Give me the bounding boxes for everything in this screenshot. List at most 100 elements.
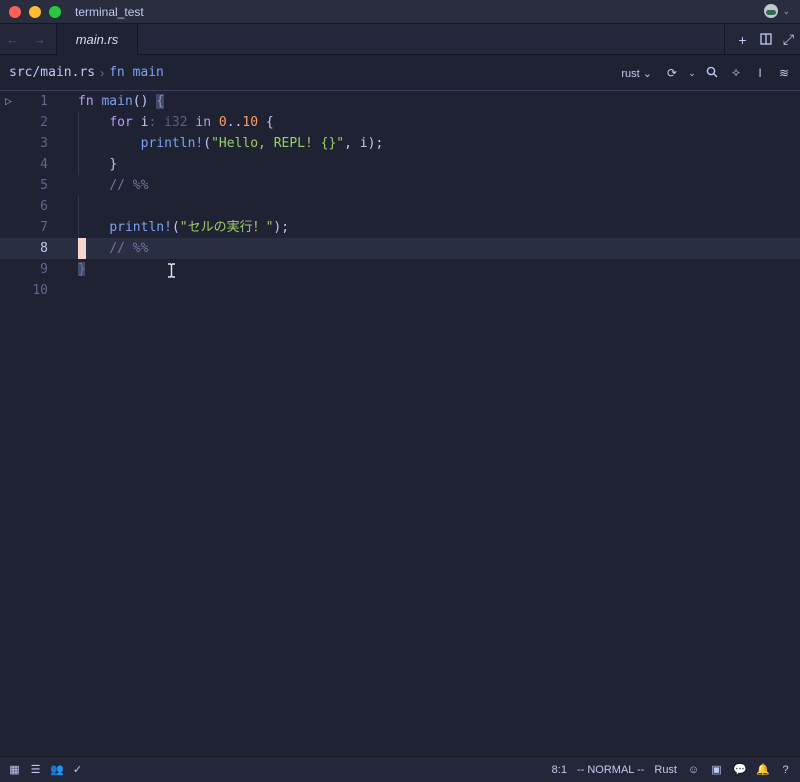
closing-brace: } <box>78 262 86 277</box>
comment: // %% <box>109 178 149 193</box>
help-icon[interactable]: ? <box>779 764 792 776</box>
code-line[interactable]: 3 println!("Hello, REPL! {}", i); <box>0 133 800 154</box>
git-branch-icon[interactable]: ⟳ <box>662 66 682 80</box>
mouse-ibeam-cursor-icon <box>168 263 175 278</box>
diagnostics-check-icon[interactable]: ✓ <box>71 763 84 776</box>
brace: } <box>109 157 118 172</box>
brace: { <box>265 115 274 130</box>
line-content: fn main() { <box>78 91 165 112</box>
line-number: 1 <box>40 94 48 109</box>
chevron-down-icon[interactable]: ⌄ <box>686 68 698 79</box>
window-controls <box>9 5 61 18</box>
tab-actions: + ⤢ <box>724 24 800 55</box>
status-bar-right: 8:1 -- NORMAL -- Rust ☺ ▣ 💬 🔔 ? <box>552 757 792 782</box>
line-number: 8 <box>40 241 48 256</box>
number-literal: 0 <box>218 115 227 130</box>
window-title: terminal_test <box>75 4 144 19</box>
workspace-grid-icon[interactable]: ▦ <box>8 763 21 776</box>
breadcrumb: src/main.rs › fn main rust ⌄ ⟳ ⌄ ✧ I ≋ <box>0 55 800 91</box>
range-operator: .. <box>226 115 243 130</box>
copilot-icon[interactable]: ☺ <box>687 764 700 776</box>
account-menu[interactable]: ⌄ <box>764 4 790 18</box>
line-number: 6 <box>40 199 48 214</box>
line-number: 4 <box>40 157 48 172</box>
code-line[interactable]: 7 println!("セルの実行！"); <box>0 217 800 238</box>
tab-main-rs[interactable]: main.rs <box>56 23 138 55</box>
code-line[interactable]: 6 <box>0 196 800 217</box>
punctuation: ( <box>171 220 180 235</box>
function-name: main <box>101 94 133 109</box>
terminal-icon[interactable]: ▣ <box>710 763 723 776</box>
breadcrumb-separator: › <box>100 65 105 80</box>
tab-bar: ← → main.rs + ⤢ <box>0 23 800 55</box>
text-cursor-icon[interactable]: I <box>750 66 770 80</box>
code-line-current[interactable]: 8 // %% <box>0 238 800 259</box>
outline-list-icon[interactable]: ☰ <box>29 763 42 776</box>
code-line[interactable]: 9 } <box>0 259 800 280</box>
language-mode[interactable]: Rust <box>654 764 677 776</box>
code-line[interactable]: 4 } <box>0 154 800 175</box>
line-number: 9 <box>40 262 48 277</box>
avatar[interactable] <box>764 4 779 18</box>
collaborators-icon[interactable]: 👥 <box>50 763 64 776</box>
inlay-type-hint: : i32 <box>148 115 188 130</box>
line-number: 7 <box>40 220 48 235</box>
navigation-arrows: ← → <box>6 32 50 47</box>
line-number: 3 <box>40 136 48 151</box>
back-arrow-icon[interactable]: ← <box>6 32 19 47</box>
keyword: fn <box>78 94 94 109</box>
punctuation: ( <box>203 136 212 151</box>
line-content: } <box>78 154 117 175</box>
line-content: println!("セルの実行！"); <box>78 217 289 238</box>
language-selector-label: rust <box>621 67 640 80</box>
split-pane-icon[interactable] <box>754 32 777 48</box>
punctuation: () <box>132 94 157 109</box>
sparkle-assist-icon[interactable]: ✧ <box>726 66 746 80</box>
maximize-icon[interactable]: ⤢ <box>777 31 800 48</box>
vim-mode: -- NORMAL -- <box>576 763 645 776</box>
matching-bracket: { <box>156 94 165 109</box>
line-content: for i: i32 in 0..10 { <box>78 112 274 133</box>
cursor-position[interactable]: 8:1 <box>552 764 567 776</box>
code-line[interactable]: 10 <box>0 280 800 301</box>
keyword: for <box>109 115 133 130</box>
close-window-button[interactable] <box>9 5 21 18</box>
macro-name: println! <box>109 220 172 235</box>
punctuation: ); <box>273 220 290 235</box>
notification-bell-icon[interactable]: 🔔 <box>756 763 770 776</box>
status-bar-left: ▦ ☰ 👥 ✓ <box>8 763 84 776</box>
new-tab-plus-icon[interactable]: + <box>731 32 754 48</box>
language-selector[interactable]: rust ⌄ <box>621 67 652 80</box>
line-content: // %% <box>78 175 148 196</box>
settings-sliders-icon[interactable]: ≋ <box>774 66 794 80</box>
tab-label: main.rs <box>75 31 119 47</box>
line-content: } <box>78 259 86 280</box>
minimize-window-button[interactable] <box>29 5 41 18</box>
macro-name: println! <box>140 136 204 151</box>
code-line[interactable]: 2 for i: i32 in 0..10 { <box>0 112 800 133</box>
breadcrumb-symbol[interactable]: fn main <box>109 65 164 80</box>
status-bar: ▦ ☰ 👥 ✓ 8:1 -- NORMAL -- Rust ☺ ▣ 💬 🔔 ? <box>0 756 800 782</box>
title-bar: terminal_test ⌄ <box>0 0 800 24</box>
search-icon[interactable] <box>702 66 722 81</box>
forward-arrow-icon[interactable]: → <box>33 32 46 47</box>
chevron-down-icon: ⌄ <box>642 67 652 80</box>
line-number: 10 <box>32 283 48 298</box>
line-content: // %% <box>78 238 148 259</box>
comment: // %% <box>109 241 149 256</box>
chevron-down-icon[interactable]: ⌄ <box>782 6 790 17</box>
code-line[interactable]: 1 fn main() { <box>0 91 800 112</box>
code-editor[interactable]: ▷ 1 fn main() { 2 for i: i32 in 0..10 { … <box>0 91 800 756</box>
editor-toolbar: rust ⌄ ⟳ ⌄ ✧ I ≋ <box>621 55 794 91</box>
code-line[interactable]: 5 // %% <box>0 175 800 196</box>
chat-icon[interactable]: 💬 <box>733 763 747 776</box>
line-number: 2 <box>40 115 48 130</box>
line-content: println!("Hello, REPL! {}", i); <box>78 133 384 154</box>
line-number: 5 <box>40 178 48 193</box>
breadcrumb-file-path[interactable]: src/main.rs <box>9 65 95 80</box>
string-literal: "セルの実行！" <box>179 220 274 235</box>
punctuation: , i); <box>344 136 384 151</box>
zoom-window-button[interactable] <box>49 5 61 18</box>
string-literal: "Hello, REPL! {}" <box>211 136 345 151</box>
keyword: in <box>195 115 212 130</box>
